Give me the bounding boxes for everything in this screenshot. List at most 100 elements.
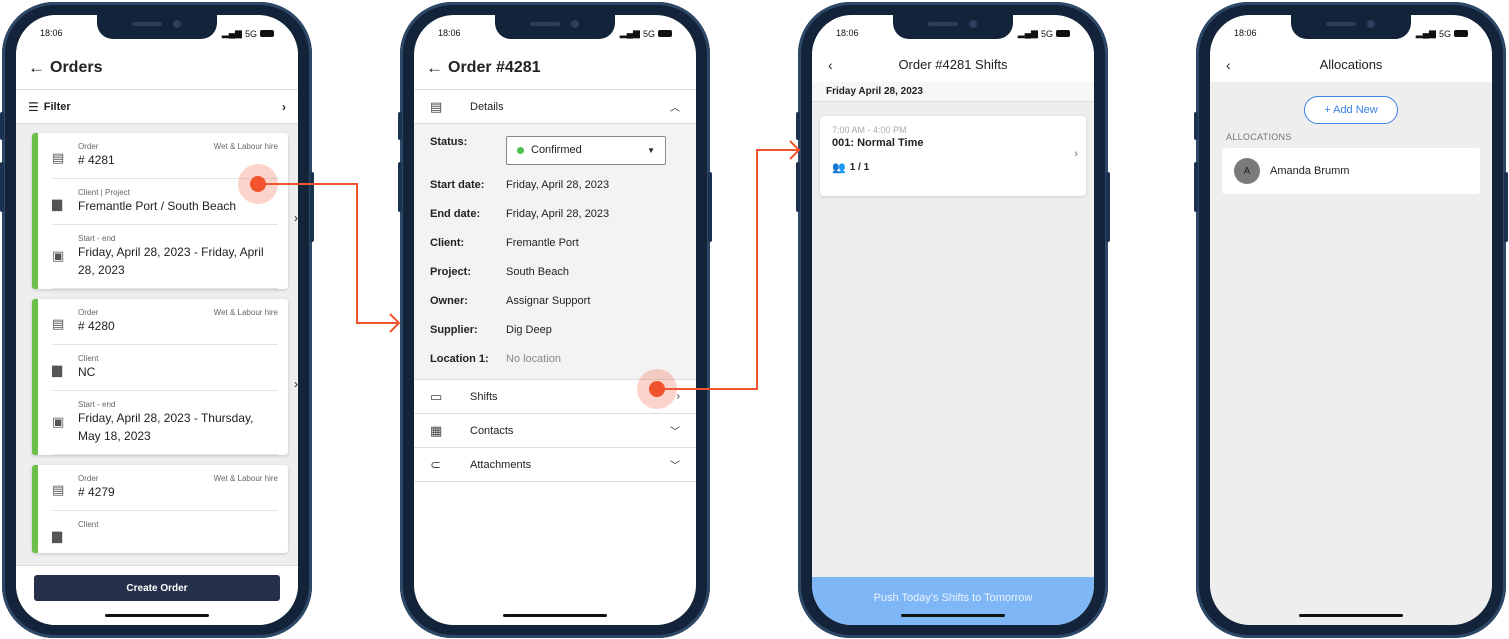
contacts-icon: ▦ xyxy=(430,422,443,438)
details-icon: ▤ xyxy=(430,98,443,114)
status-bar: 18:06 ▂▄▆ 5G xyxy=(414,15,696,47)
detail-header: ← Order #4281 xyxy=(414,47,696,90)
battery-icon xyxy=(260,30,274,37)
back-chevron-icon[interactable]: ‹ xyxy=(828,57,833,73)
shift-name: 001: Normal Time xyxy=(832,137,924,149)
contacts-section[interactable]: ▦ Contacts ﹀ xyxy=(414,414,696,448)
field-row: Owner: Assignar Support xyxy=(430,286,680,315)
field-key: Owner: xyxy=(430,294,468,307)
order-label: Order xyxy=(78,308,99,317)
dropdown-arrow-icon: ▼ xyxy=(647,145,655,155)
status-bar: 18:06 ▂▄▆ 5G xyxy=(16,15,298,47)
page-title: Order #4281 xyxy=(448,59,541,76)
order-number: # 4280 xyxy=(78,319,115,333)
status-value: Confirmed xyxy=(531,144,582,156)
allocation-row[interactable]: A Amanda Brumm xyxy=(1222,148,1480,194)
home-indicator xyxy=(503,614,607,617)
phone-allocations: 18:06 ▂▄▆ 5G ‹ Allocations + Add New ALL… xyxy=(1194,2,1508,638)
allocations-label: ALLOCATIONS xyxy=(1226,132,1292,142)
dates-label: Start - end xyxy=(78,400,116,409)
details-panel: Status: Confirmed ▼ Start date: Friday, A… xyxy=(414,124,696,380)
order-card[interactable]: ▤ Order # 4280 Wet & Labour hire ▆ Client… xyxy=(32,299,298,455)
shifts-header: ‹ Order #4281 Shifts xyxy=(812,47,1094,82)
dates-value: Friday, April 28, 2023 - Friday, April 2… xyxy=(78,245,264,277)
tap-indicator xyxy=(637,369,677,409)
dates-value: Friday, April 28, 2023 - Thursday, May 1… xyxy=(78,411,254,443)
battery-icon xyxy=(1454,30,1468,37)
avatar: A xyxy=(1234,158,1260,184)
client-label: Client xyxy=(78,520,99,529)
contacts-label: Contacts xyxy=(470,424,514,437)
field-value: Assignar Support xyxy=(506,294,591,307)
document-icon: ▤ xyxy=(52,316,65,331)
order-card[interactable]: ▤ Order # 4279 Wet & Labour hire ▆ Client xyxy=(32,465,288,553)
attachments-section[interactable]: ⊂ Attachments ﹀ xyxy=(414,448,696,482)
shift-date: Friday April 28, 2023 xyxy=(812,82,1094,102)
field-key: Supplier: xyxy=(430,323,478,336)
phone-shifts: 18:06 ▂▄▆ 5G ‹ Order #4281 Shifts Friday… xyxy=(796,2,1110,638)
field-row: Supplier: Dig Deep xyxy=(430,315,680,344)
chevron-right-icon: › xyxy=(676,391,680,402)
field-key: Client: xyxy=(430,236,465,249)
status-time: 18:06 xyxy=(438,28,461,38)
notch xyxy=(1291,15,1411,39)
order-type: Wet & Labour hire xyxy=(213,142,278,151)
field-value: Dig Deep xyxy=(506,323,552,336)
status-signal: ▂▄▆ 5G xyxy=(1416,28,1468,39)
tap-indicator xyxy=(238,164,278,204)
order-number: # 4281 xyxy=(78,153,115,167)
shifts-label: Shifts xyxy=(470,390,498,403)
field-row: Project: South Beach xyxy=(430,257,680,286)
document-icon: ▤ xyxy=(52,150,65,165)
chevron-right-icon: › xyxy=(294,211,298,225)
arrowhead-1 xyxy=(389,313,401,333)
flow-diagram: 18:06 ▂▄▆ 5G ← Orders ☰ Filter › ▤ Order… xyxy=(0,0,1509,639)
details-section-header[interactable]: ▤ Details ︿ xyxy=(414,90,696,124)
calendar-icon: ▣ xyxy=(52,248,65,263)
status-dot-icon xyxy=(517,146,524,154)
client-row: ▆ Client NC xyxy=(52,345,278,391)
order-row: ▤ Order # 4280 Wet & Labour hire xyxy=(52,299,278,345)
add-row: + Add New xyxy=(1210,96,1492,124)
filter-bar[interactable]: ☰ Filter › xyxy=(16,90,298,124)
notch xyxy=(495,15,615,39)
allocation-name: Amanda Brumm xyxy=(1270,165,1350,177)
shifts-screen: 18:06 ▂▄▆ 5G ‹ Order #4281 Shifts Friday… xyxy=(812,15,1094,625)
network-label: 5G xyxy=(1438,28,1451,39)
page-title: Orders xyxy=(50,59,103,76)
status-time: 18:06 xyxy=(40,28,63,38)
order-type: Wet & Labour hire xyxy=(213,474,278,483)
briefcase-icon: ▆ xyxy=(52,196,62,211)
field-row: Location 1: No location xyxy=(430,344,680,373)
add-new-button[interactable]: + Add New xyxy=(1304,96,1398,124)
field-value: South Beach xyxy=(506,265,569,278)
back-chevron-icon[interactable]: ‹ xyxy=(1226,57,1231,73)
order-card[interactable]: ▤ Order # 4281 Wet & Labour hire ▆ Client… xyxy=(32,133,298,289)
network-label: 5G xyxy=(642,28,655,39)
field-value: Fremantle Port xyxy=(506,236,579,249)
push-shifts-button[interactable]: Push Today's Shifts to Tomorrow xyxy=(812,577,1094,625)
paperclip-icon: ⊂ xyxy=(430,456,441,472)
attachments-label: Attachments xyxy=(470,458,532,471)
field-key: Start date: xyxy=(430,178,485,191)
dates-label: Start - end xyxy=(78,234,116,243)
status-signal: ▂▄▆ 5G xyxy=(1018,28,1070,39)
status-key: Status: xyxy=(430,136,468,148)
back-arrow-icon[interactable]: ← xyxy=(426,58,448,78)
chevron-down-icon: ﹀ xyxy=(670,461,680,472)
network-label: 5G xyxy=(244,28,257,39)
status-time: 18:06 xyxy=(836,28,859,38)
filter-label: Filter xyxy=(43,100,71,113)
field-key: End date: xyxy=(430,207,481,220)
home-indicator xyxy=(1299,614,1403,617)
create-order-button[interactable]: Create Order xyxy=(34,575,280,601)
notch xyxy=(893,15,1013,39)
shift-card[interactable]: 7:00 AM - 4:00 PM 001: Normal Time 👥 1 / … xyxy=(820,116,1086,196)
status-select[interactable]: Confirmed ▼ xyxy=(506,135,666,165)
shift-time: 7:00 AM - 4:00 PM xyxy=(832,125,907,135)
allocations-header: ‹ Allocations xyxy=(1210,47,1492,82)
back-arrow-icon[interactable]: ← xyxy=(28,58,50,78)
chevron-right-icon: › xyxy=(1074,148,1078,160)
orders-screen: 18:06 ▂▄▆ 5G ← Orders ☰ Filter › ▤ Order… xyxy=(16,15,298,625)
order-number: # 4279 xyxy=(78,485,115,499)
